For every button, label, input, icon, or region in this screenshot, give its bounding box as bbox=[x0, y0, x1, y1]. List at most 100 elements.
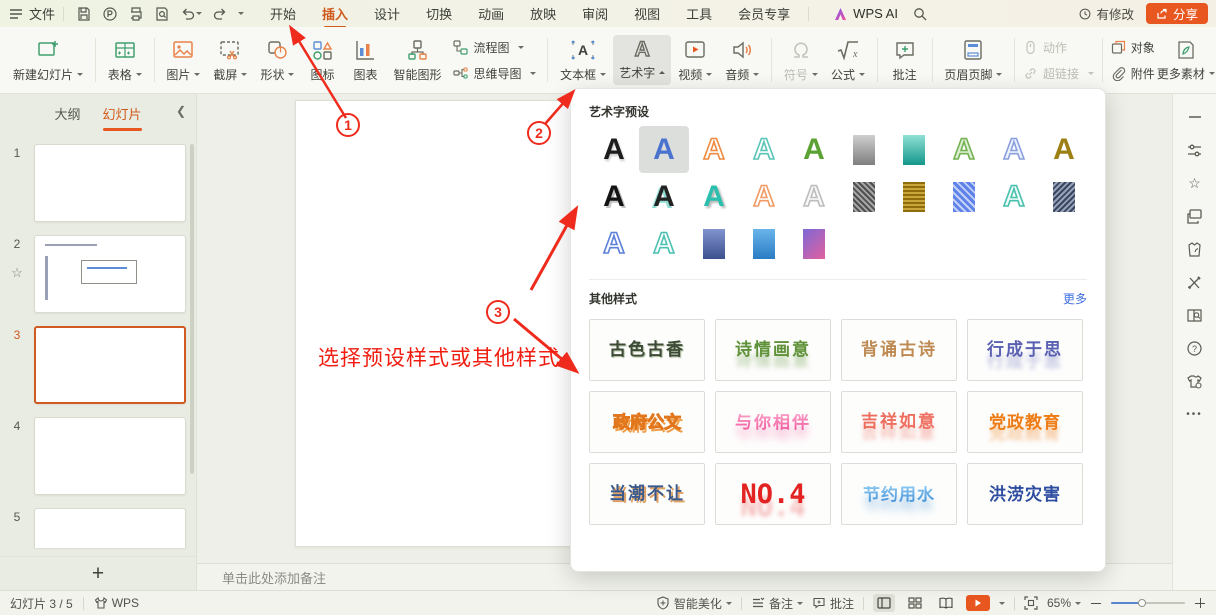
print-icon[interactable] bbox=[128, 6, 144, 22]
tab-slides[interactable]: 幻灯片 bbox=[103, 104, 142, 123]
zoom-in-button[interactable] bbox=[1194, 597, 1206, 609]
style-card-4[interactable]: 行成于思 bbox=[967, 319, 1083, 381]
tab-transition[interactable]: 切换 bbox=[426, 0, 452, 27]
video-button[interactable]: 视频 bbox=[672, 34, 718, 87]
tab-tools[interactable]: 工具 bbox=[686, 0, 712, 27]
wordart-preset-19[interactable]: A bbox=[989, 173, 1039, 220]
wordart-preset-12[interactable]: A bbox=[639, 173, 689, 220]
reference-icon[interactable] bbox=[1186, 306, 1204, 324]
wordart-preset-13[interactable]: A bbox=[689, 173, 739, 220]
wordart-preset-18[interactable]: A bbox=[939, 173, 989, 220]
wordart-preset-3[interactable]: A bbox=[689, 126, 739, 173]
wordart-preset-21[interactable]: A bbox=[589, 220, 639, 267]
skin-icon[interactable] bbox=[1186, 372, 1204, 390]
thumbnail-canvas[interactable] bbox=[34, 508, 186, 548]
wordart-button[interactable]: A 艺术字 bbox=[613, 35, 671, 85]
slide-thumbnail-2[interactable]: 2 bbox=[0, 235, 186, 313]
wordart-preset-10[interactable]: A bbox=[1039, 126, 1089, 173]
play-options-caret-icon[interactable] bbox=[999, 602, 1005, 608]
wordart-preset-14[interactable]: A bbox=[739, 173, 789, 220]
wordart-preset-20[interactable]: A bbox=[1039, 173, 1089, 220]
wordart-preset-6[interactable]: A bbox=[839, 126, 889, 173]
file-menu[interactable]: 文件 bbox=[8, 4, 55, 23]
wordart-preset-25[interactable]: A bbox=[789, 220, 839, 267]
slide-thumbnail-4[interactable]: 4 bbox=[0, 417, 186, 495]
table-button[interactable]: 表格 bbox=[102, 34, 148, 87]
header-footer-button[interactable]: 页眉页脚 bbox=[938, 34, 1008, 87]
wordart-preset-22[interactable]: A bbox=[639, 220, 689, 267]
reading-view-button[interactable] bbox=[935, 594, 957, 612]
chart-button[interactable]: 图表 bbox=[344, 34, 386, 87]
quickbar-more-caret-icon[interactable] bbox=[238, 12, 244, 18]
normal-view-button[interactable] bbox=[873, 594, 895, 612]
wordart-preset-8[interactable]: A bbox=[939, 126, 989, 173]
slide-sorter-view-button[interactable] bbox=[904, 594, 926, 612]
tab-review[interactable]: 审阅 bbox=[582, 0, 608, 27]
slideshow-play-button[interactable] bbox=[966, 595, 990, 611]
wps-status[interactable]: WPS bbox=[94, 596, 139, 610]
wordart-preset-4[interactable]: A bbox=[739, 126, 789, 173]
mindmap-button[interactable]: 思维导图 bbox=[453, 65, 536, 82]
comments-button[interactable]: 批注 bbox=[812, 595, 854, 612]
thumbnail-canvas[interactable] bbox=[34, 144, 186, 222]
wordart-preset-9[interactable]: A bbox=[989, 126, 1039, 173]
layout-icon[interactable] bbox=[1186, 207, 1204, 225]
wordart-preset-24[interactable]: A bbox=[739, 220, 789, 267]
wordart-preset-1[interactable]: A bbox=[589, 126, 639, 173]
style-card-11[interactable]: 节约用水 bbox=[841, 463, 957, 525]
properties-icon[interactable] bbox=[1186, 141, 1204, 159]
wordart-preset-15[interactable]: A bbox=[789, 173, 839, 220]
tab-home[interactable]: 开始 bbox=[270, 0, 296, 27]
tab-slideshow[interactable]: 放映 bbox=[530, 0, 556, 27]
undo-button[interactable] bbox=[180, 6, 202, 22]
more-assets-button[interactable]: 更多素材 bbox=[1160, 30, 1212, 90]
more-tools-icon[interactable]: ••• bbox=[1186, 405, 1204, 423]
smart-beautify-button[interactable]: 智能美化 bbox=[656, 595, 732, 612]
style-card-3[interactable]: 背诵古诗 bbox=[841, 319, 957, 381]
wordart-preset-5[interactable]: A bbox=[789, 126, 839, 173]
wordart-preset-7[interactable]: A bbox=[889, 126, 939, 173]
zoom-out-button[interactable] bbox=[1090, 597, 1102, 609]
thumbnail-canvas[interactable] bbox=[34, 326, 186, 404]
tab-view[interactable]: 视图 bbox=[634, 0, 660, 27]
style-card-2[interactable]: 诗情画意 bbox=[715, 319, 831, 381]
save-icon[interactable] bbox=[76, 6, 92, 22]
collapse-pane-icon[interactable] bbox=[1186, 108, 1204, 126]
style-card-1[interactable]: 古色古香 bbox=[589, 319, 705, 381]
style-card-5[interactable]: 政府公文 bbox=[589, 391, 705, 453]
zoom-slider-thumb[interactable] bbox=[1138, 599, 1146, 607]
tab-outline[interactable]: 大纲 bbox=[54, 104, 80, 123]
resource-icon[interactable] bbox=[1186, 240, 1204, 258]
sidebar-collapse-icon[interactable]: ❮ bbox=[176, 104, 186, 118]
shape-button[interactable]: 形状 bbox=[254, 34, 300, 87]
slide-thumbnail-1[interactable]: 1 bbox=[0, 144, 186, 222]
notes-button[interactable]: 备注 bbox=[751, 595, 803, 612]
tab-member[interactable]: 会员专享 bbox=[738, 0, 790, 27]
redo-button[interactable] bbox=[212, 6, 228, 22]
style-card-10[interactable]: NO.4 bbox=[715, 463, 831, 525]
style-card-9[interactable]: 当潮不让 bbox=[589, 463, 705, 525]
tab-animation[interactable]: 动画 bbox=[478, 0, 504, 27]
wordart-preset-23[interactable]: A bbox=[689, 220, 739, 267]
wordart-preset-11[interactable]: A bbox=[589, 173, 639, 220]
comment-button[interactable]: 批注 bbox=[884, 34, 926, 87]
help-icon[interactable]: ? bbox=[1186, 339, 1204, 357]
zoom-level[interactable]: 65% bbox=[1047, 596, 1081, 610]
zoom-slider[interactable] bbox=[1111, 597, 1185, 609]
add-slide-button[interactable]: + bbox=[0, 556, 196, 590]
style-card-6[interactable]: 与你相伴 bbox=[715, 391, 831, 453]
attachment-button[interactable]: 附件 bbox=[1111, 65, 1155, 82]
object-button[interactable]: 对象 bbox=[1111, 39, 1155, 56]
slide-thumbnail-3[interactable]: 3 bbox=[0, 326, 186, 404]
picture-button[interactable]: 图片 bbox=[160, 34, 206, 87]
flowchart-button[interactable]: 流程图 bbox=[453, 39, 536, 56]
wordart-preset-2-selected[interactable]: A bbox=[639, 126, 689, 173]
wps-ai-button[interactable]: WPS AI bbox=[833, 6, 898, 21]
textbox-button[interactable]: A 文本框 bbox=[554, 34, 612, 87]
icons-button[interactable]: 图标 bbox=[301, 34, 343, 87]
sidebar-scrollbar[interactable] bbox=[190, 144, 194, 474]
favorites-icon[interactable]: ☆ bbox=[1186, 174, 1204, 192]
modified-status[interactable]: 有修改 bbox=[1078, 4, 1134, 23]
tab-insert[interactable]: 插入 bbox=[322, 0, 348, 27]
audio-button[interactable]: 音频 bbox=[719, 34, 765, 87]
